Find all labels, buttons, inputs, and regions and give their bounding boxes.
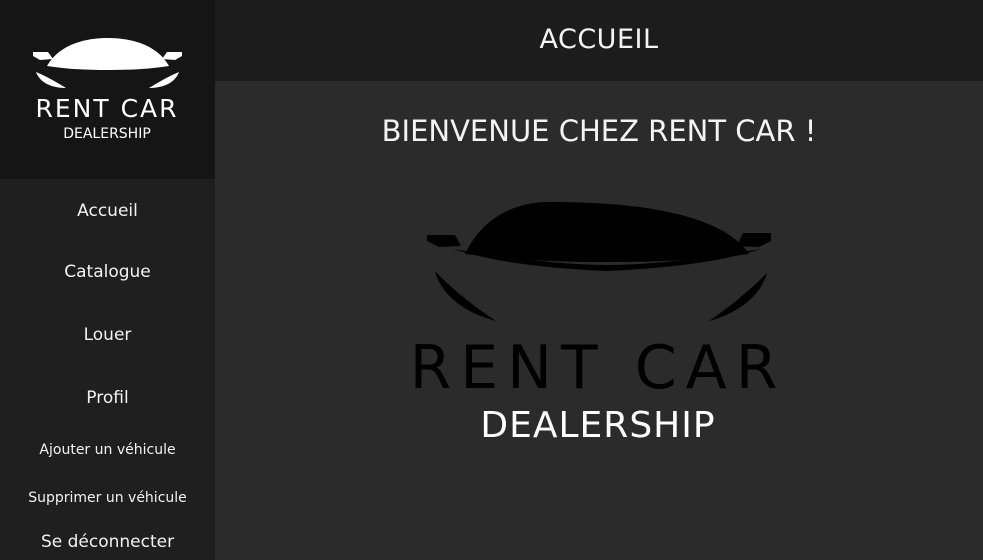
app-window: RENT CAR DEALERSHIP Accueil Catalogue Lo…	[0, 0, 983, 560]
sidebar-logo-line2: DEALERSHIP	[63, 126, 151, 142]
sidebar-item-supprimer-vehicule[interactable]: Supprimer un véhicule	[0, 490, 215, 506]
hero-logo-line2: DEALERSHIP	[480, 405, 715, 446]
sidebar-item-ajouter-vehicule[interactable]: Ajouter un véhicule	[0, 442, 215, 458]
page-title: ACCUEIL	[539, 24, 659, 55]
sidebar-item-deconnecter[interactable]: Se déconnecter	[0, 532, 215, 552]
hero-logo-line1: RENT CAR	[410, 333, 787, 403]
sidebar-item-profil[interactable]: Profil	[0, 388, 215, 408]
car-logo-icon: RENT CAR DEALERSHIP	[33, 38, 182, 142]
sidebar-logo-line1: RENT CAR	[35, 94, 178, 123]
sidebar-logo[interactable]: RENT CAR DEALERSHIP	[0, 0, 215, 179]
sidebar: RENT CAR DEALERSHIP Accueil Catalogue Lo…	[0, 0, 215, 560]
sidebar-item-accueil[interactable]: Accueil	[0, 201, 215, 221]
sidebar-item-louer[interactable]: Louer	[0, 325, 215, 345]
sidebar-item-catalogue[interactable]: Catalogue	[0, 262, 215, 282]
hero-logo: RENT CAR DEALERSHIP	[410, 202, 787, 446]
page-header: ACCUEIL	[215, 0, 983, 81]
hero-car-icon	[427, 202, 771, 321]
main-content: BIENVENUE CHEZ RENT CAR ! RENT CAR DEALE…	[215, 81, 983, 560]
